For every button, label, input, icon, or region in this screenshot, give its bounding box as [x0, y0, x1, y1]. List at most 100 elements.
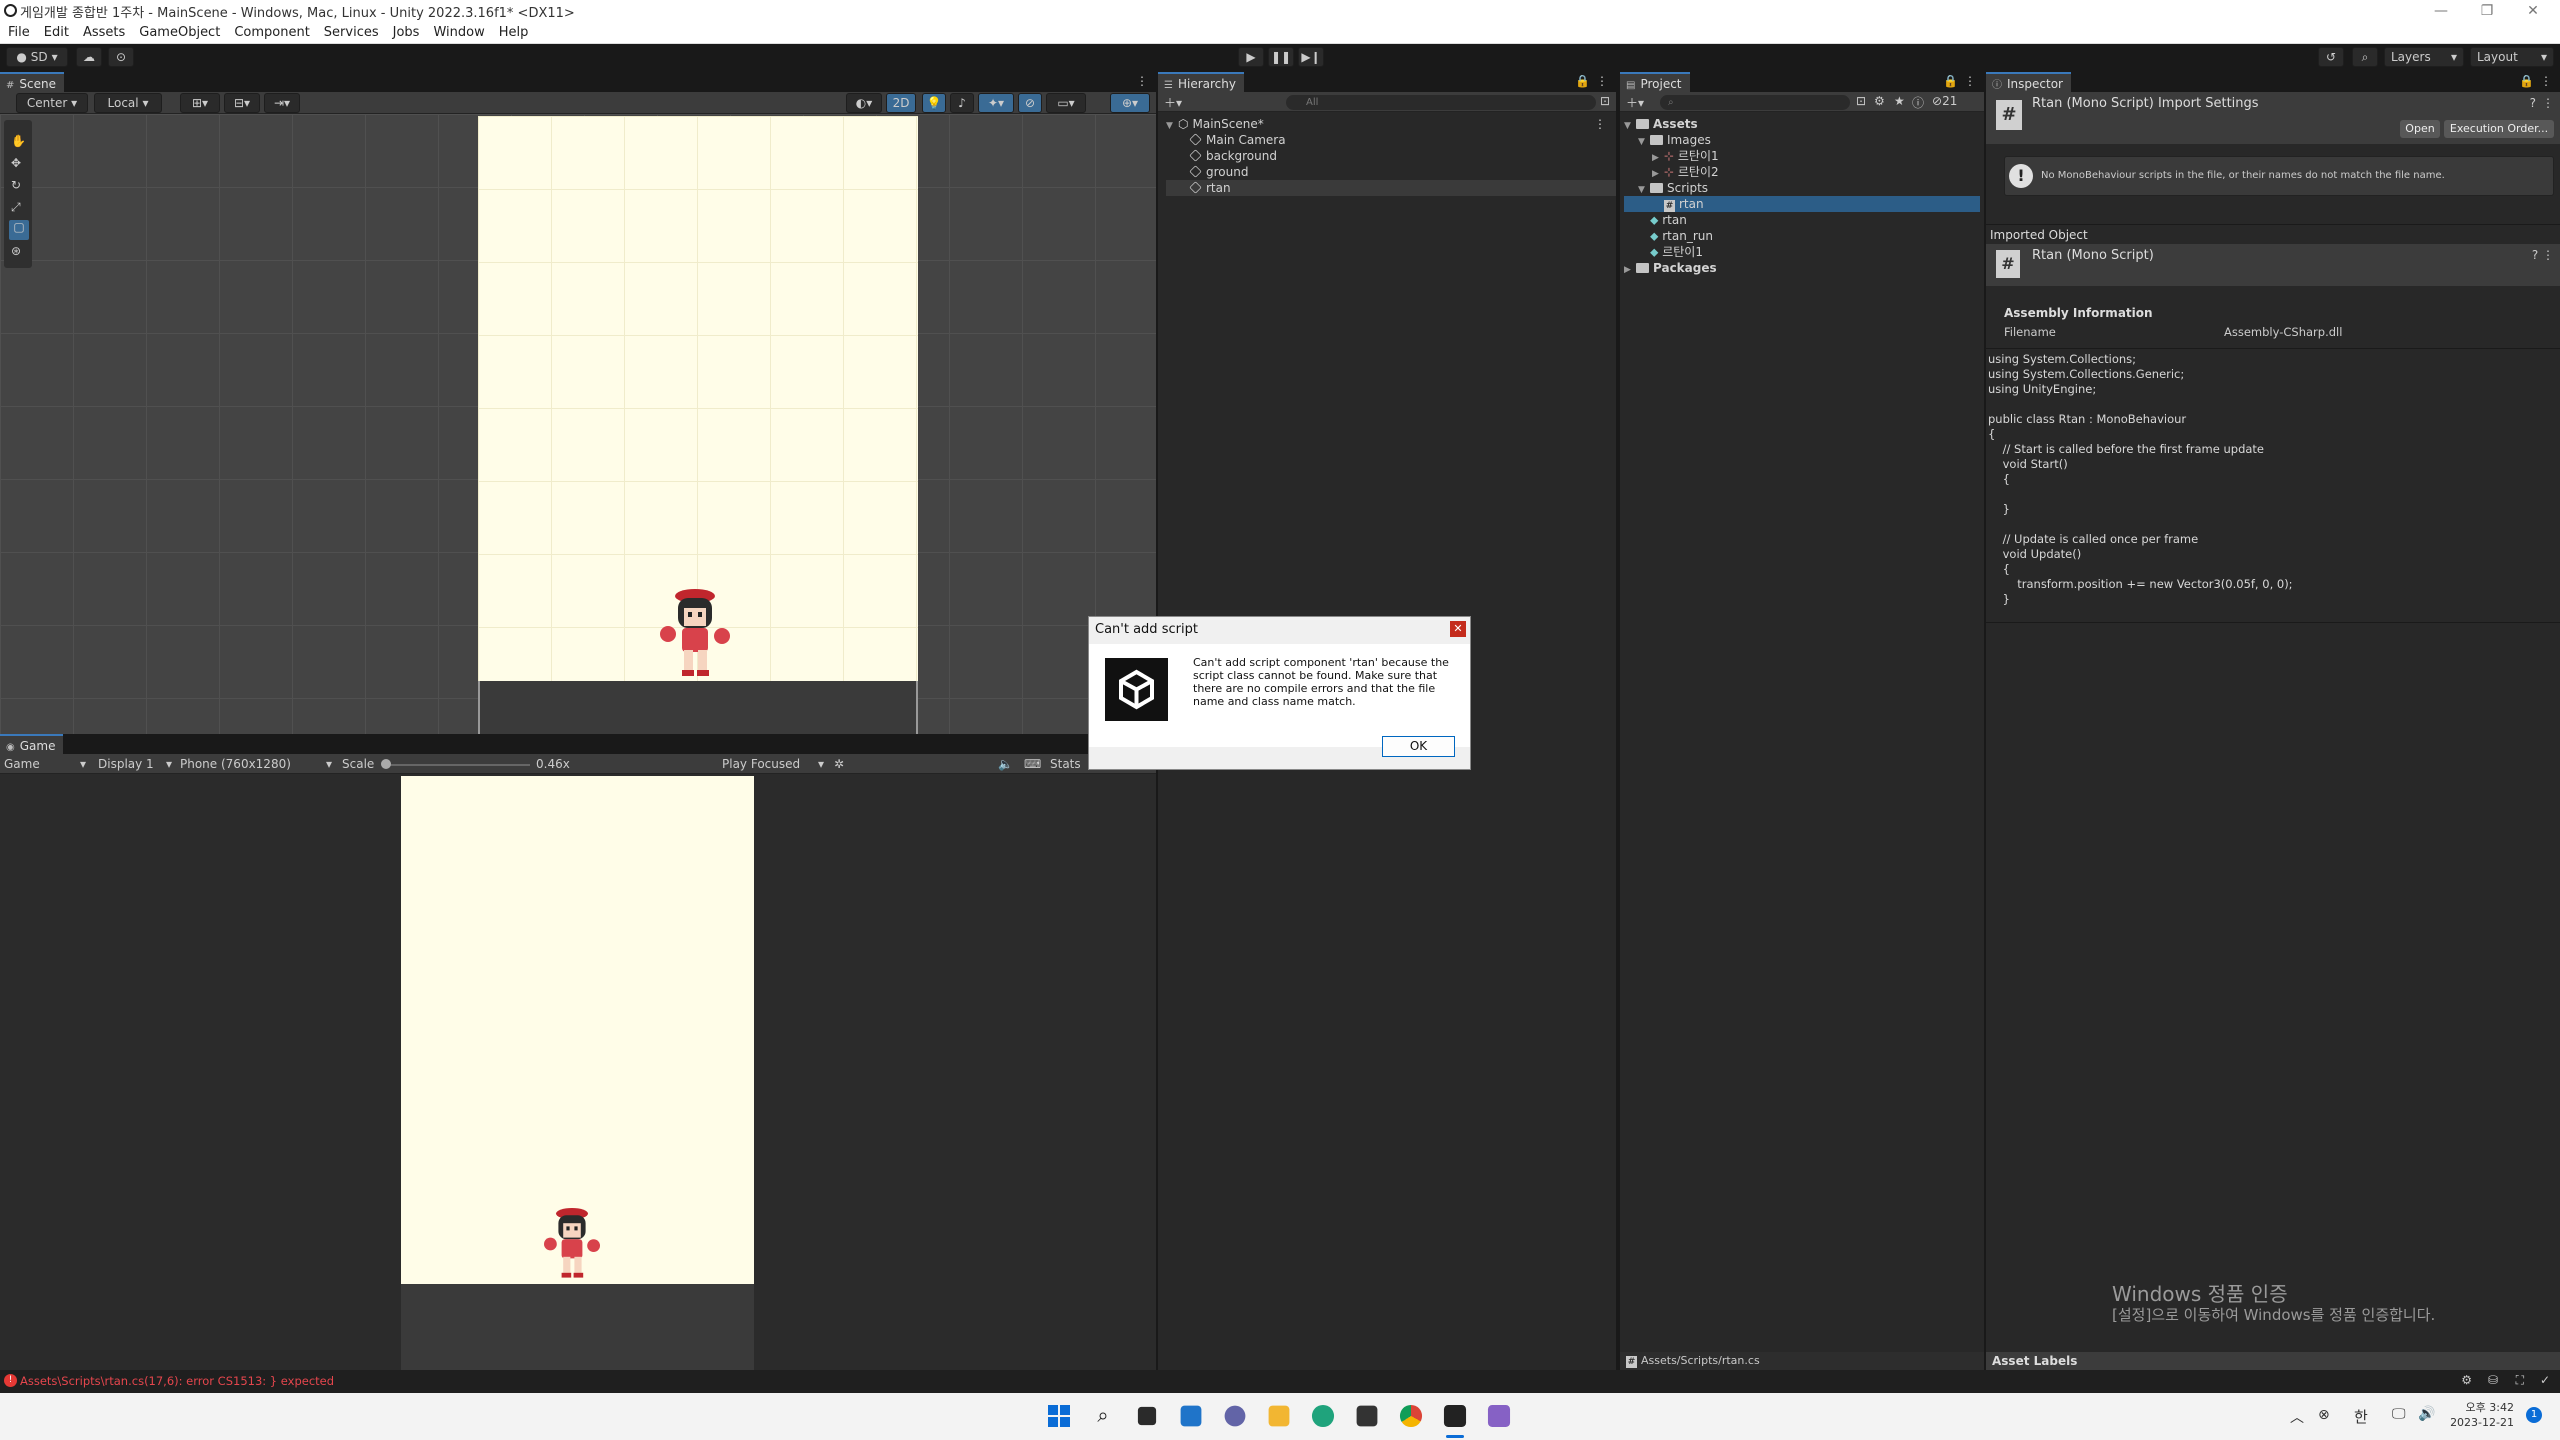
- resolution-dropdown[interactable]: Phone (760x1280) ▾: [180, 757, 332, 771]
- project-item[interactable]: ▶ ⊹ 르탄이2: [1624, 164, 1980, 180]
- inspector-menu-icon[interactable]: ⋮: [2540, 74, 2552, 88]
- grid-icon[interactable]: ⊟▾: [224, 93, 260, 113]
- project-item[interactable]: # rtan: [1624, 196, 1980, 212]
- store-icon[interactable]: [1356, 1405, 1378, 1427]
- task-view-icon[interactable]: [1137, 1406, 1157, 1426]
- display-dropdown[interactable]: Display 1 ▾: [98, 757, 172, 771]
- scale-slider-handle[interactable]: [381, 759, 391, 769]
- scale-tool-icon[interactable]: ⤢: [11, 200, 21, 215]
- lighting-icon[interactable]: 💡: [922, 93, 946, 113]
- bug-icon[interactable]: ✲: [834, 757, 844, 771]
- hierarchy-menu-icon[interactable]: ⋮: [1596, 74, 1608, 88]
- notification-badge[interactable]: 1: [2526, 1407, 2542, 1423]
- hierarchy-search-icon[interactable]: ⊡: [1600, 94, 1610, 108]
- layout-dropdown[interactable]: Layout ▾: [2470, 47, 2554, 67]
- search-by-label-icon[interactable]: ⚙: [1874, 94, 1885, 108]
- project-menu-icon[interactable]: ⋮: [1964, 74, 1976, 88]
- grid-snap-icon[interactable]: ⊞▾: [180, 93, 220, 113]
- camera-icon[interactable]: ▭▾: [1046, 93, 1086, 113]
- status-error-text[interactable]: Assets\Scripts\rtan.cs(17,6): error CS15…: [20, 1374, 334, 1388]
- play-focus-dropdown[interactable]: Play Focused ▾: [722, 757, 824, 771]
- gizmos-icon[interactable]: ⊕▾: [1110, 93, 1150, 113]
- project-item[interactable]: ▼ Scripts: [1624, 180, 1980, 196]
- volume-icon[interactable]: 🔊: [2418, 1406, 2435, 1422]
- tray-app-icon[interactable]: ⊗: [2318, 1407, 2330, 1423]
- hierarchy-lock-icon[interactable]: 🔒: [1575, 74, 1590, 88]
- hierarchy-add-button[interactable]: ＋▾: [1164, 94, 1182, 111]
- edge-icon[interactable]: [1311, 1404, 1335, 1428]
- hierarchy-item[interactable]: Main Camera: [1166, 132, 1616, 148]
- settings-menu-icon[interactable]: ⋮: [2542, 96, 2554, 110]
- status-icon-1[interactable]: ⚙: [2461, 1373, 2472, 1387]
- account-button[interactable]: ● SD ▾: [6, 47, 68, 67]
- open-button[interactable]: Open: [2400, 120, 2440, 138]
- rect-tool-icon[interactable]: ▢: [9, 220, 29, 240]
- tab-inspector[interactable]: ⓘ Inspector: [1986, 72, 2071, 92]
- hidden-count-icon[interactable]: ⊘21: [1932, 94, 1957, 108]
- favorite-icon[interactable]: ★: [1894, 94, 1905, 108]
- menu-services[interactable]: Services: [324, 25, 379, 40]
- status-icon-4[interactable]: ✓: [2540, 1373, 2550, 1387]
- project-packages-row[interactable]: ▶ Packages: [1624, 260, 1980, 276]
- maximize-button[interactable]: ❐: [2464, 0, 2510, 22]
- scale-slider[interactable]: [384, 764, 530, 766]
- history-icon[interactable]: ↺: [2318, 47, 2344, 67]
- stats-button[interactable]: Stats: [1050, 757, 1081, 771]
- project-item[interactable]: ⬥ 르탄이1: [1624, 244, 1980, 260]
- status-icon-3[interactable]: ⛶: [2516, 1373, 2524, 1388]
- project-add-button[interactable]: ＋▾: [1626, 94, 1644, 111]
- chrome-icon[interactable]: [1399, 1404, 1423, 1428]
- visual-studio-icon[interactable]: [1487, 1404, 1511, 1428]
- project-lock-icon[interactable]: 🔒: [1943, 74, 1958, 88]
- project-item[interactable]: ▼ Images: [1624, 132, 1980, 148]
- hierarchy-item[interactable]: ground: [1166, 164, 1616, 180]
- tab-project[interactable]: ▤ Project: [1620, 72, 1690, 92]
- ime-indicator[interactable]: 한: [2354, 1406, 2368, 1427]
- search-icon[interactable]: ⌕: [2352, 47, 2378, 67]
- tray-chevron-icon[interactable]: ︿: [2290, 1407, 2304, 1427]
- menu-file[interactable]: File: [8, 25, 30, 40]
- cloud-icon[interactable]: ☁: [76, 47, 102, 67]
- rotate-tool-icon[interactable]: ↻: [11, 178, 21, 192]
- hierarchy-item-selected[interactable]: rtan: [1166, 180, 1616, 196]
- inspector-lock-icon[interactable]: 🔒: [2519, 74, 2534, 88]
- keyboard-icon[interactable]: ⌨: [1024, 757, 1041, 771]
- increment-snap-icon[interactable]: ⇥▾: [264, 93, 300, 113]
- widgets-icon[interactable]: [1180, 1405, 1202, 1427]
- clock-date[interactable]: 2023-12-21: [2450, 1416, 2514, 1429]
- status-icon-2[interactable]: ⛁: [2488, 1373, 2498, 1387]
- pivot-dropdown[interactable]: Center ▾: [16, 93, 88, 113]
- search-by-type-icon[interactable]: ⊡: [1856, 94, 1866, 108]
- menu-window[interactable]: Window: [433, 25, 484, 40]
- chat-icon[interactable]: [1224, 1405, 1246, 1427]
- clock-time[interactable]: 오후 3:42: [2450, 1399, 2514, 1415]
- project-item[interactable]: ⬥ rtan_run: [1624, 228, 1980, 244]
- hand-tool-icon[interactable]: ✋: [11, 134, 26, 148]
- layers-dropdown[interactable]: Layers ▾: [2384, 47, 2464, 67]
- tab-hierarchy[interactable]: ☰ Hierarchy: [1158, 72, 1244, 92]
- menu-gameobject[interactable]: GameObject: [139, 25, 220, 40]
- menu-component[interactable]: Component: [234, 25, 309, 40]
- hierarchy-item[interactable]: background: [1166, 148, 1616, 164]
- menu-help[interactable]: Help: [499, 25, 529, 40]
- pause-button[interactable]: ❚❚: [1268, 47, 1294, 67]
- menu-jobs[interactable]: Jobs: [393, 25, 420, 40]
- start-icon[interactable]: [1046, 1403, 1072, 1429]
- network-icon[interactable]: 🖵: [2392, 1406, 2406, 1422]
- play-button[interactable]: ▶: [1238, 47, 1264, 67]
- execution-order-button[interactable]: Execution Order...: [2444, 120, 2554, 138]
- scene-menu-icon[interactable]: ⋮: [1136, 74, 1148, 88]
- object-menu-icon[interactable]: ? ⋮: [2532, 248, 2554, 262]
- project-assets-row[interactable]: ▼ Assets: [1624, 116, 1980, 132]
- file-explorer-icon[interactable]: [1268, 1405, 1290, 1427]
- project-search-input[interactable]: ⌕: [1660, 95, 1850, 110]
- expand-arrow-icon[interactable]: ▶: [1624, 262, 1636, 278]
- transform-tool-icon[interactable]: ⊛: [11, 244, 21, 258]
- project-item[interactable]: ▶ ⊹ 르탄이1: [1624, 148, 1980, 164]
- hierarchy-search-input[interactable]: All: [1286, 95, 1596, 110]
- dialog-ok-button[interactable]: OK: [1382, 736, 1455, 757]
- step-button[interactable]: ▶❙: [1298, 47, 1324, 67]
- info-icon[interactable]: ⓘ: [1912, 94, 1924, 111]
- game-view-dropdown[interactable]: Game ▾: [4, 757, 86, 771]
- asset-labels-heading[interactable]: Asset Labels: [1986, 1352, 2560, 1370]
